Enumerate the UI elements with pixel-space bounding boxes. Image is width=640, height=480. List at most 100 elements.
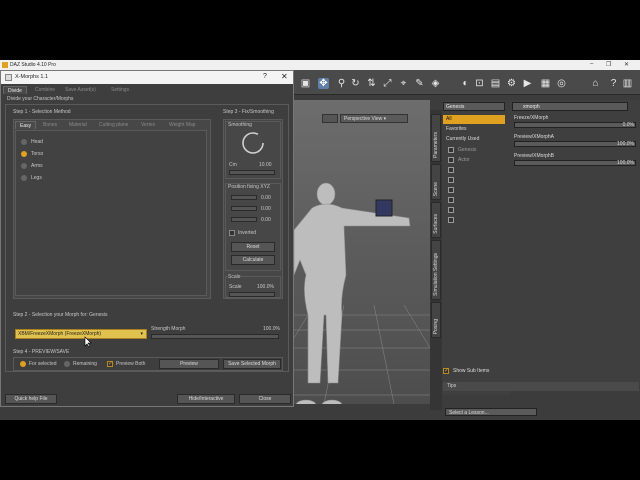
visibility-checkbox[interactable] bbox=[448, 207, 454, 213]
tab-combine[interactable]: Combine bbox=[31, 86, 59, 94]
scale-value[interactable]: 100.0% bbox=[257, 284, 274, 290]
camera-icon[interactable]: ◐ bbox=[460, 78, 471, 89]
scene-item-currently-used[interactable]: Currently Used bbox=[443, 135, 505, 144]
view-selector[interactable]: Perspective View ▾ bbox=[340, 114, 408, 123]
scene-row[interactable] bbox=[444, 196, 508, 205]
method-tab-bones[interactable]: Bones bbox=[39, 121, 61, 129]
method-tab-easy[interactable]: Easy bbox=[15, 121, 37, 129]
tab-simulation-settings[interactable]: Simulation Settings bbox=[431, 240, 441, 300]
radio-arms[interactable] bbox=[21, 163, 27, 169]
scene-row[interactable] bbox=[444, 186, 508, 195]
radio-remaining[interactable] bbox=[64, 361, 70, 367]
hide-interactive-button[interactable]: Hide/Interactive bbox=[177, 394, 235, 404]
parameter-slider[interactable] bbox=[514, 122, 636, 128]
close-window-button[interactable]: ✕ bbox=[624, 61, 629, 68]
cm-value[interactable]: 10.00 bbox=[259, 162, 272, 168]
calculate-button[interactable]: Calculate bbox=[231, 255, 275, 265]
method-tab-vertex[interactable]: Vertex bbox=[137, 121, 159, 129]
tab-save-assets[interactable]: Save Asset(s) bbox=[61, 86, 100, 94]
render-window-icon[interactable]: ▦ bbox=[540, 78, 551, 89]
show-sub-items-checkbox[interactable]: Show Sub Items bbox=[443, 367, 507, 376]
scene-row[interactable]: Actor bbox=[444, 156, 508, 165]
tab-divide[interactable]: Divide bbox=[3, 86, 27, 94]
render-icon[interactable]: ▶ bbox=[522, 78, 533, 89]
visibility-checkbox[interactable] bbox=[448, 217, 454, 223]
parameter-preview-xmorph-b[interactable]: Preview/XMorphB 100.0% bbox=[512, 153, 638, 169]
scene-item-all[interactable]: All bbox=[443, 115, 505, 124]
y-slider[interactable] bbox=[231, 206, 257, 211]
cm-label: Cm bbox=[229, 162, 237, 168]
tab-parameters[interactable]: Parameters bbox=[431, 114, 441, 162]
viewport-options-icon[interactable] bbox=[322, 114, 338, 123]
parameter-search-input[interactable]: xmorph bbox=[512, 102, 628, 111]
tab-scene[interactable]: Scene bbox=[431, 164, 441, 200]
method-tab-material[interactable]: Material bbox=[65, 121, 91, 129]
z-slider[interactable] bbox=[231, 217, 257, 222]
maximize-button[interactable]: ❐ bbox=[606, 61, 611, 68]
preview-both-checkbox[interactable]: ✓ bbox=[107, 361, 113, 367]
method-tab-weight-map[interactable]: Weight Map bbox=[165, 121, 200, 129]
folder-icon[interactable]: ▣ bbox=[300, 78, 311, 89]
radio-torso[interactable] bbox=[21, 151, 27, 157]
visibility-checkbox[interactable] bbox=[448, 167, 454, 173]
tab-posing[interactable]: Posing bbox=[431, 302, 441, 338]
visibility-checkbox[interactable] bbox=[448, 187, 454, 193]
scale-slider[interactable] bbox=[229, 292, 275, 297]
visibility-checkbox[interactable] bbox=[448, 197, 454, 203]
view-cube[interactable] bbox=[375, 199, 393, 217]
preview-button[interactable]: Preview bbox=[159, 359, 219, 369]
visibility-checkbox[interactable] bbox=[448, 177, 454, 183]
inverted-checkbox[interactable] bbox=[229, 230, 235, 236]
dialog-title-bar[interactable]: X-Morphs 1.1 ? ✕ bbox=[1, 71, 293, 84]
translate-icon[interactable]: ⇅ bbox=[366, 78, 377, 89]
strength-value[interactable]: 100.0% bbox=[263, 326, 280, 332]
rotate-icon[interactable]: ↻ bbox=[350, 78, 361, 89]
scale-icon[interactable]: ⤢ bbox=[382, 78, 393, 89]
aux-viewport-icon[interactable]: ▤ bbox=[490, 78, 501, 89]
lesson-selector[interactable]: Select a Lesson... bbox=[445, 408, 537, 416]
strength-slider[interactable] bbox=[151, 334, 279, 339]
node-select-icon[interactable]: ⚲ bbox=[336, 78, 347, 89]
morph-select-dropdown[interactable]: XBM/FreezeXMorph (FreezeXMorph) ▾ bbox=[15, 329, 147, 339]
tips-tab[interactable]: Tips bbox=[443, 382, 639, 391]
geometry-editor-icon[interactable]: ✎ bbox=[414, 78, 425, 89]
smoothing-dial[interactable] bbox=[241, 131, 265, 155]
radio-for-selected[interactable] bbox=[20, 361, 26, 367]
help-icon[interactable]: ? bbox=[608, 78, 619, 89]
home-icon[interactable]: ⌂ bbox=[590, 78, 601, 89]
scene-row[interactable] bbox=[444, 206, 508, 215]
parameter-preview-xmorph-a[interactable]: Preview/XMorphA 100.0% bbox=[512, 134, 638, 150]
joint-editor-icon[interactable]: ⌖ bbox=[398, 78, 409, 89]
surface-selection-icon[interactable]: ◈ bbox=[430, 78, 441, 89]
radio-head[interactable] bbox=[21, 139, 27, 145]
export-icon[interactable]: ◎ bbox=[556, 78, 567, 89]
save-selected-morph-button[interactable]: Save Selected Morph bbox=[223, 359, 281, 369]
universal-tool-icon[interactable]: ✥ bbox=[318, 78, 329, 89]
help-button[interactable]: ? bbox=[263, 73, 267, 80]
close-icon[interactable]: ✕ bbox=[281, 72, 288, 81]
parameter-freeze-xmorph[interactable]: Freeze/XMorph 0.0% bbox=[512, 115, 638, 131]
quick-help-button[interactable]: Quick help File bbox=[5, 394, 57, 404]
render-settings-icon[interactable]: ⚙ bbox=[506, 78, 517, 89]
tab-settings[interactable]: Settings bbox=[107, 86, 133, 94]
scene-item-favorites[interactable]: Favorites bbox=[443, 125, 505, 134]
scene-row[interactable] bbox=[444, 216, 508, 225]
scene-row[interactable]: Genesis bbox=[444, 146, 508, 155]
visibility-checkbox[interactable] bbox=[448, 157, 454, 163]
scene-filter-dropdown[interactable]: Genesis bbox=[443, 102, 505, 111]
minimize-button[interactable]: – bbox=[590, 61, 593, 67]
tab-surfaces[interactable]: Surfaces bbox=[431, 202, 441, 238]
close-button[interactable]: Close bbox=[239, 394, 291, 404]
3d-viewport[interactable] bbox=[294, 100, 430, 404]
spot-render-icon[interactable]: ⊡ bbox=[474, 78, 485, 89]
reset-button[interactable]: Reset bbox=[231, 242, 275, 252]
cm-slider[interactable] bbox=[229, 170, 275, 175]
layout-icon[interactable]: ▥ bbox=[622, 78, 633, 89]
scale-group-label: Scale bbox=[228, 274, 241, 280]
x-slider[interactable] bbox=[231, 195, 257, 200]
scene-row[interactable] bbox=[444, 166, 508, 175]
method-tab-cutting-plane[interactable]: Cutting plane bbox=[95, 121, 132, 129]
visibility-checkbox[interactable] bbox=[448, 147, 454, 153]
scene-row[interactable] bbox=[444, 176, 508, 185]
radio-legs[interactable] bbox=[21, 175, 27, 181]
